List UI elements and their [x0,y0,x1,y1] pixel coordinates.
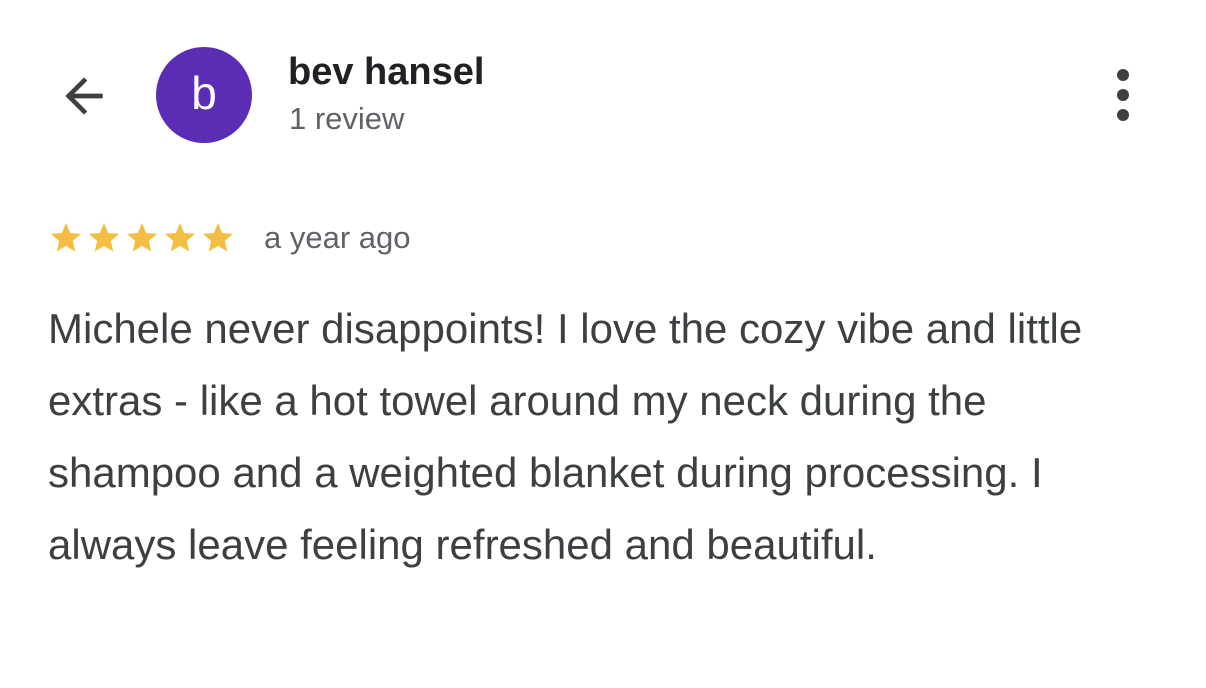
rating-row: a year ago [48,214,411,262]
reviewer-name[interactable]: bev hansel [288,50,484,94]
review-date: a year ago [264,220,411,255]
avatar-letter: b [191,67,217,119]
star-rating [48,220,236,256]
review-page: b bev hansel 1 review a year ago Michele… [0,0,1206,688]
arrow-back-icon [65,77,103,115]
reviewer-header: b bev hansel 1 review [0,0,1206,180]
review-count: 1 review [289,101,405,136]
star-icon [89,223,119,252]
avatar[interactable]: b [156,47,252,143]
star-icon [51,223,81,252]
review-text: Michele never disappoints! I love the co… [48,305,1083,568]
more-vert-icon [1117,69,1129,121]
star-icon [203,223,233,252]
star-icon [127,223,157,252]
back-button[interactable] [52,66,116,126]
star-icon [165,223,195,252]
more-options-button[interactable] [1100,64,1146,126]
